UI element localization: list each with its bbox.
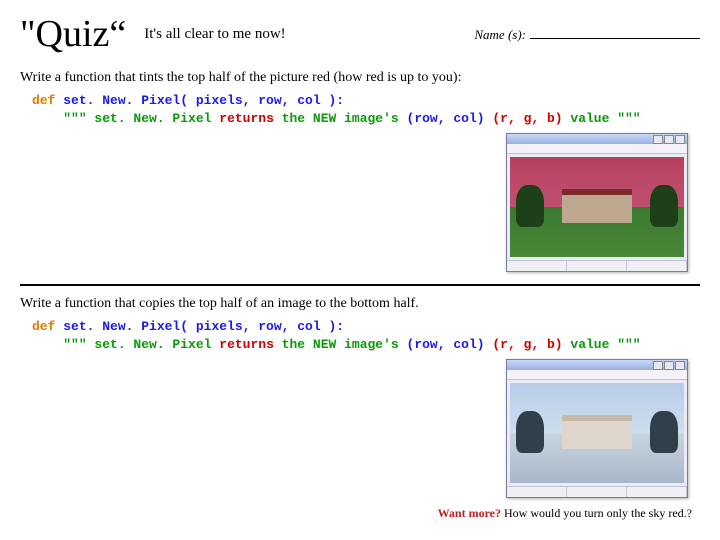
footer-note: Want more? How would you turn only the s… [20,506,692,521]
q1-code: def set. New. Pixel( pixels, row, col ):… [32,92,700,127]
footer-rest: How would you turn only the sky red.? [501,506,692,520]
maximize-icon[interactable] [664,361,674,370]
subtitle: It's all clear to me now! [144,26,285,43]
name-label: Name (s): [474,27,526,43]
divider [20,284,700,286]
menubar [507,370,687,380]
q1-image-wrap [20,133,688,276]
titlebar [507,360,687,370]
q1-photo [510,157,684,257]
close-icon[interactable] [675,361,685,370]
minimize-icon[interactable] [653,135,663,144]
name-field: Name (s): [474,26,700,43]
header: "Quiz“ It's all clear to me now! Name (s… [20,12,700,56]
q1-prompt: Write a function that tints the top half… [20,70,700,86]
close-icon[interactable] [675,135,685,144]
minimize-icon[interactable] [653,361,663,370]
q2-prompt: Write a function that copies the top hal… [20,296,700,312]
statusbar [507,260,687,271]
q2-window [506,359,688,498]
page-title: "Quiz“ [20,12,126,56]
q2-code: def set. New. Pixel( pixels, row, col ):… [32,318,700,353]
menubar [507,144,687,154]
maximize-icon[interactable] [664,135,674,144]
name-blank-line[interactable] [530,26,700,39]
titlebar [507,134,687,144]
q1-window [506,133,688,272]
q2-photo [510,383,684,483]
q2-image-wrap [20,359,688,502]
statusbar [507,486,687,497]
footer-lead: Want more? [438,506,501,520]
